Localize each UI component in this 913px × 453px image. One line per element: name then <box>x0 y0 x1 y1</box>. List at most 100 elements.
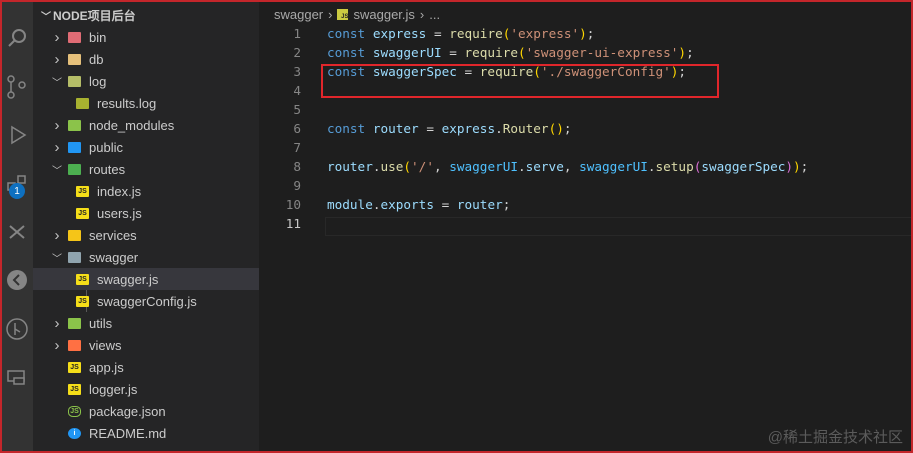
code-token: 'express' <box>510 26 580 41</box>
code-token: serve <box>525 159 564 174</box>
code-line[interactable]: const router = express.Router(); <box>327 121 572 136</box>
explorer-root[interactable]: ﹀ NODE项目后台 <box>33 4 136 26</box>
line-number: 4 <box>293 83 301 98</box>
code-token: use <box>380 159 404 174</box>
folder-item[interactable]: › db <box>33 48 259 70</box>
code-token: . <box>495 121 503 136</box>
source-control-icon[interactable] <box>0 72 33 102</box>
line-number: 1 <box>293 26 301 41</box>
line-number: 11 <box>285 216 301 231</box>
chevron-right-icon: › <box>54 138 60 156</box>
folder-item[interactable]: ﹀ log <box>33 70 259 92</box>
chevron-down-icon: ﹀ <box>52 253 62 265</box>
code-token: = <box>441 45 465 60</box>
item-label: users.js <box>97 205 142 221</box>
code-token: ) <box>579 26 587 41</box>
code-line[interactable]: router.use('/', swaggerUI.serve, swagger… <box>327 159 808 174</box>
item-label: swagger <box>89 249 139 265</box>
folder-icon <box>68 53 81 65</box>
code-token: = <box>426 26 450 41</box>
remote-icon[interactable] <box>0 265 33 295</box>
item-label: index.js <box>97 183 142 199</box>
folder-icon <box>68 75 81 87</box>
line-number: 7 <box>293 140 301 155</box>
code-token: ) <box>785 159 794 174</box>
folder-icon <box>68 229 81 241</box>
code-token: setup <box>655 159 694 174</box>
folder-icon <box>68 141 81 153</box>
folder-item[interactable]: › node_modules <box>33 114 259 136</box>
chevron-right-icon: › <box>54 116 60 134</box>
current-line-highlight <box>325 217 913 236</box>
code-line[interactable]: const swaggerUI = require('swagger-ui-ex… <box>327 45 694 60</box>
code-line[interactable]: module.exports = router; <box>327 197 510 212</box>
folder-item[interactable]: ﹀ routes <box>33 158 259 180</box>
breadcrumb-folder[interactable]: swagger <box>274 7 323 22</box>
item-label: swagger.js <box>97 271 159 287</box>
line-number: 2 <box>293 45 301 60</box>
code-token: swaggerSpec <box>701 159 786 174</box>
explorer-sidebar: ﹀ NODE项目后台 › bin › db ﹀ log results.log › node_mo… <box>33 0 259 453</box>
run-debug-icon[interactable] <box>0 120 33 150</box>
item-label: views <box>89 337 122 353</box>
line-number: 10 <box>285 197 301 212</box>
search-icon[interactable] <box>0 23 33 53</box>
folder-item[interactable]: › services <box>33 224 259 246</box>
code-token: , <box>433 159 450 174</box>
file-item[interactable]: JS users.js <box>33 202 259 224</box>
code-line[interactable]: const express = require('express'); <box>327 26 594 41</box>
folder-icon <box>68 317 81 329</box>
chevron-right-icon: › <box>54 336 60 354</box>
code-token: router <box>456 197 503 212</box>
file-item[interactable]: JS swaggerConfig.js <box>33 290 259 312</box>
chevron-right-icon: › <box>54 50 60 68</box>
folder-icon <box>68 251 81 263</box>
folder-item[interactable]: › views <box>33 334 259 356</box>
code-token: ( <box>518 45 526 60</box>
item-label: utils <box>89 315 113 331</box>
item-label: bin <box>89 29 107 45</box>
file-item[interactable]: results.log <box>33 92 259 114</box>
js-file-icon: JS <box>68 361 81 373</box>
file-item[interactable]: JS package.json <box>33 400 259 422</box>
file-item[interactable]: JS app.js <box>33 356 259 378</box>
code-token: Router <box>502 121 549 136</box>
code-token: express <box>441 121 496 136</box>
folder-item[interactable]: › utils <box>33 312 259 334</box>
breadcrumb-ellipsis[interactable]: ... <box>429 7 440 22</box>
code-token: const <box>327 45 366 60</box>
editor: swagger › JS swagger.js › ... 1 const exp… <box>259 0 913 453</box>
watermark: @稀土掘金技术社区 <box>767 429 903 446</box>
nodejs-icon: JS <box>68 405 81 417</box>
code-token: '/' <box>411 159 434 174</box>
remote-explorer-icon[interactable] <box>0 362 33 392</box>
code-token: ) <box>793 159 801 174</box>
file-item[interactable]: JS swagger.js <box>33 268 259 290</box>
chevron-down-icon: ﹀ <box>52 165 62 177</box>
chevron-right-icon: › <box>54 226 60 244</box>
folder-item[interactable]: › bin <box>33 26 259 48</box>
line-number: 6 <box>293 121 301 136</box>
breadcrumb-file[interactable]: swagger.js <box>353 7 414 22</box>
code-token: = <box>433 197 457 212</box>
js-file-icon: JS <box>76 185 89 197</box>
item-label: logger.js <box>89 381 138 397</box>
file-item[interactable]: i README.md <box>33 422 259 444</box>
extensions-badge: 1 <box>9 183 25 199</box>
folder-item[interactable]: › public <box>33 136 259 158</box>
item-label: swaggerConfig.js <box>97 293 197 309</box>
file-item[interactable]: JS logger.js <box>33 378 259 400</box>
code-token: router <box>327 159 373 174</box>
code-token: ) <box>678 45 687 60</box>
code-token: exports <box>380 197 434 212</box>
code-token: express <box>372 26 427 41</box>
item-label: db <box>89 51 104 67</box>
visual-studio-icon[interactable] <box>0 218 33 248</box>
file-item[interactable]: JS index.js <box>33 180 259 202</box>
folder-item[interactable]: ﹀ swagger <box>33 246 259 268</box>
annotation-box <box>321 64 719 98</box>
item-label: app.js <box>89 359 124 375</box>
git-graph-icon[interactable] <box>0 314 33 344</box>
